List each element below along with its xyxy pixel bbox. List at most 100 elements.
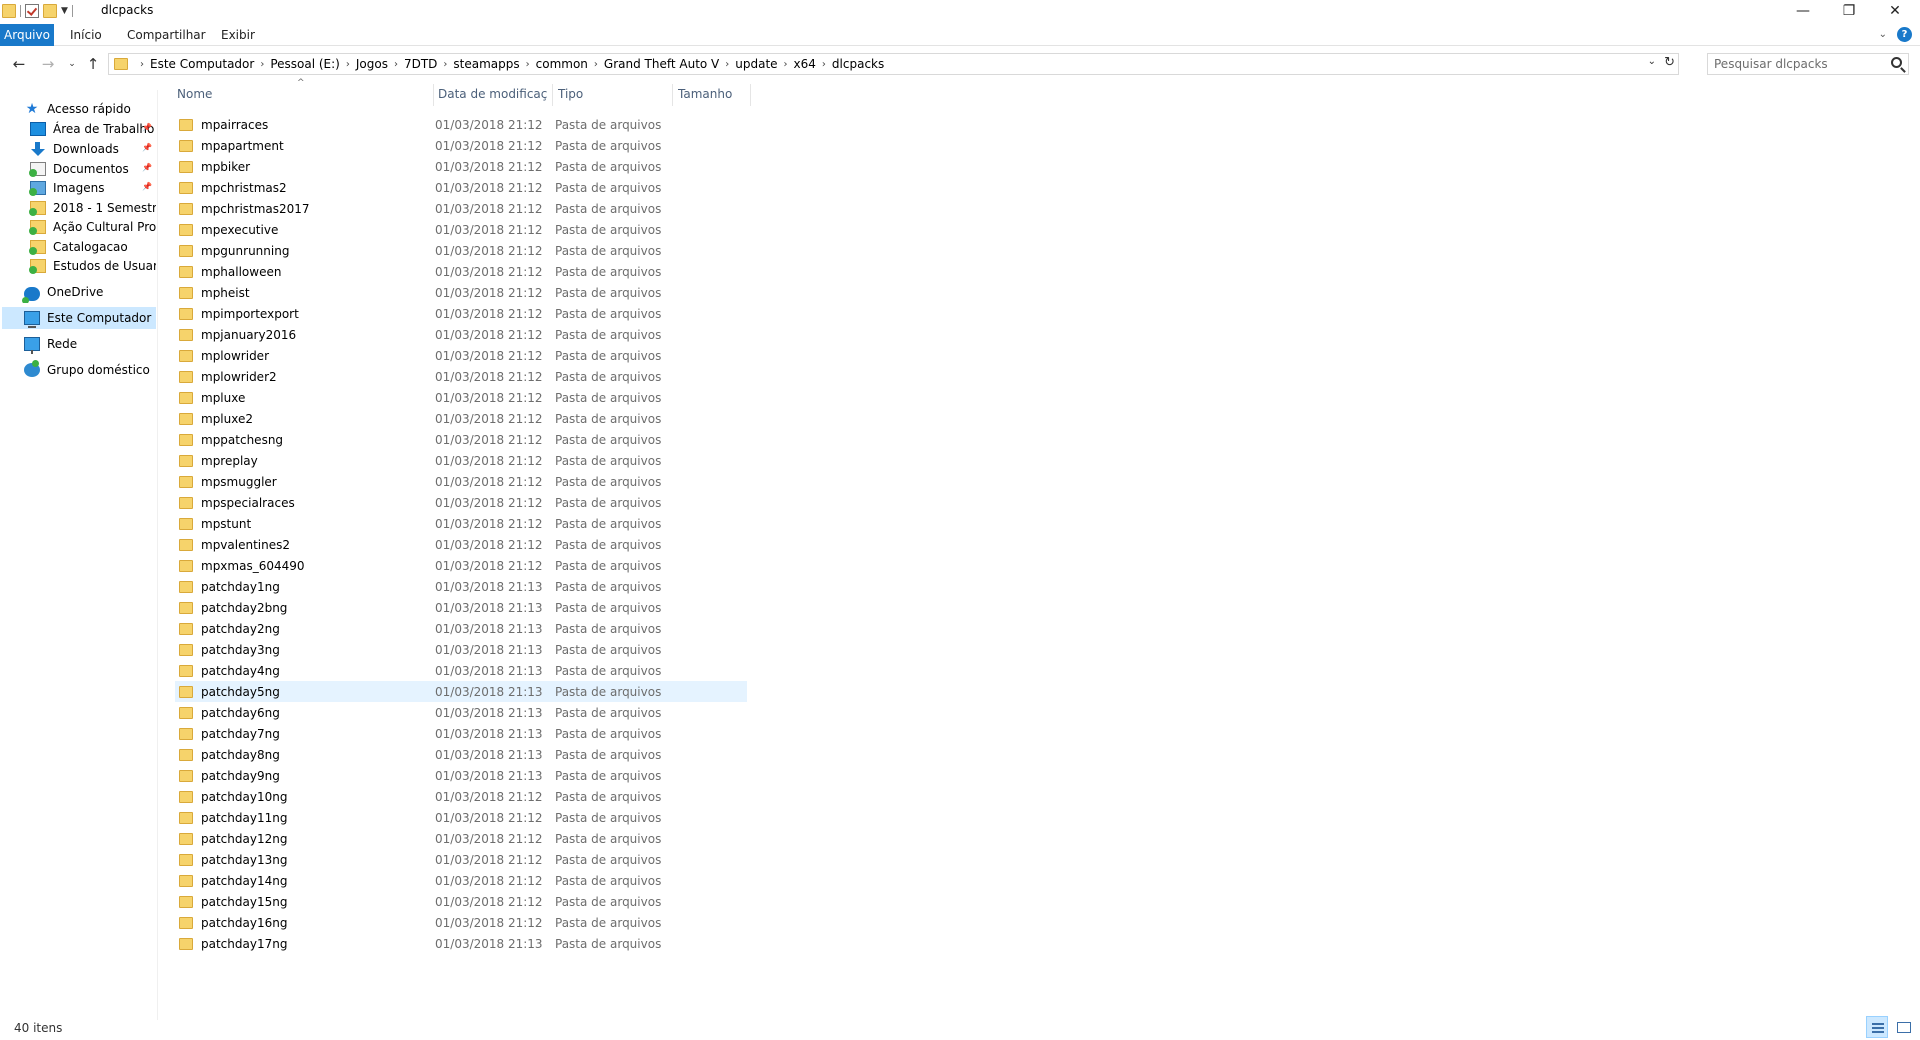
tab-inicio[interactable]: Início [62,24,110,46]
breadcrumb-item[interactable]: Este Computador [150,57,254,71]
chevron-right-icon[interactable]: › [784,59,788,70]
table-row[interactable]: mpapartment 01/03/2018 21:12 Pasta de arqu… [175,135,747,156]
search-icon[interactable] [1891,57,1902,68]
table-row[interactable]: patchday2bng 01/03/2018 21:13 Pasta de arq… [175,597,747,618]
up-button[interactable]: ↑ [83,54,103,74]
tab-arquivo[interactable]: Arquivo [0,24,54,46]
table-row[interactable]: patchday7ng 01/03/2018 21:13 Pasta de arqu… [175,723,747,744]
chevron-right-icon[interactable]: › [443,59,447,70]
expand-ribbon-icon[interactable]: ⌄ [1879,29,1887,40]
column-divider[interactable] [750,84,751,106]
details-view-button[interactable] [1866,1016,1888,1038]
table-row[interactable]: mpvalentines2 01/03/2018 21:12 Pasta de ar… [175,534,747,555]
sidebar-item-a-o-cultural-projeto[interactable]: Ação Cultural Projeto [0,216,156,238]
large-icons-view-button[interactable] [1892,1016,1914,1038]
table-row[interactable]: patchday6ng 01/03/2018 21:13 Pasta de arqu… [175,702,747,723]
breadcrumb-item[interactable]: update [735,57,777,71]
column-header-size[interactable]: Tamanho [678,85,748,103]
table-row[interactable]: patchday14ng 01/03/2018 21:12 Pasta de arq… [175,870,747,891]
table-row[interactable]: mpchristmas2 01/03/2018 21:12 Pasta de arq… [175,177,747,198]
tab-compartilhar[interactable]: Compartilhar [119,24,214,46]
sidebar-item-imagens[interactable]: Imagens 📌 [0,177,156,199]
column-header-name[interactable]: Nome [177,85,432,103]
breadcrumb-item[interactable]: 7DTD [404,57,437,71]
tab-exibir[interactable]: Exibir [213,24,263,46]
table-row[interactable]: mpreplay 01/03/2018 21:12 Pasta de arquivo… [175,450,747,471]
properties-icon[interactable] [25,4,39,18]
search-input[interactable] [1714,54,1884,74]
chevron-right-icon[interactable]: › [260,59,264,70]
customize-toolbar-icon[interactable]: ▼ [61,6,68,16]
table-row[interactable]: mpheist 01/03/2018 21:12 Pasta de arquivos [175,282,747,303]
new-folder-icon[interactable] [43,4,57,18]
table-row[interactable]: mpexecutive 01/03/2018 21:12 Pasta de arqu… [175,219,747,240]
chevron-right-icon[interactable]: › [725,59,729,70]
chevron-right-icon[interactable]: › [822,59,826,70]
sidebar-item-este-computador[interactable]: Este Computador [2,307,156,329]
column-divider[interactable] [433,84,434,106]
table-row[interactable]: mpjanuary2016 01/03/2018 21:12 Pasta de ar… [175,324,747,345]
back-button[interactable]: ← [9,54,29,74]
table-row[interactable]: patchday9ng 01/03/2018 21:13 Pasta de arqu… [175,765,747,786]
search-box[interactable] [1707,53,1909,75]
chevron-right-icon[interactable]: › [594,59,598,70]
sidebar-item-estudos-de-usuario[interactable]: Estudos de Usuario [0,255,156,277]
table-row[interactable]: mpgunrunning 01/03/2018 21:12 Pasta de arq… [175,240,747,261]
chevron-right-icon[interactable]: › [346,59,350,70]
pin-icon[interactable]: 📌 [142,182,152,191]
maximize-button[interactable]: ❐ [1826,0,1872,22]
table-row[interactable]: patchday17ng 01/03/2018 21:13 Pasta de arq… [175,933,747,954]
pin-icon[interactable]: 📌 [142,163,152,172]
column-divider[interactable] [672,84,673,106]
table-row[interactable]: patchday12ng 01/03/2018 21:12 Pasta de arq… [175,828,747,849]
address-bar[interactable]: › Este Computador › Pessoal (E:) › Jogos › 7DTD… [108,53,1679,75]
table-row[interactable]: patchday3ng 01/03/2018 21:13 Pasta de arqu… [175,639,747,660]
table-row[interactable]: patchday8ng 01/03/2018 21:13 Pasta de arqu… [175,744,747,765]
table-row[interactable]: mpbiker 01/03/2018 21:12 Pasta de arquivos [175,156,747,177]
table-row[interactable]: mplowrider2 01/03/2018 21:12 Pasta de arqu… [175,366,747,387]
refresh-icon[interactable]: ↻ [1664,55,1675,70]
column-header-type[interactable]: Tipo [558,85,668,103]
sidebar-item-onedrive[interactable]: OneDrive [0,281,156,303]
table-row[interactable]: patchday1ng 01/03/2018 21:13 Pasta de arqu… [175,576,747,597]
table-row[interactable]: patchday13ng 01/03/2018 21:12 Pasta de arq… [175,849,747,870]
breadcrumb-item[interactable]: Grand Theft Auto V [604,57,719,71]
breadcrumb-item[interactable]: common [536,57,588,71]
table-row[interactable]: patchday15ng 01/03/2018 21:12 Pasta de arq… [175,891,747,912]
sidebar-item-acesso-r-pido[interactable]: ★ Acesso rápido [0,98,156,120]
table-row[interactable]: patchday10ng 01/03/2018 21:12 Pasta de arq… [175,786,747,807]
table-row[interactable]: mpluxe 01/03/2018 21:12 Pasta de arquivos [175,387,747,408]
help-icon[interactable]: ? [1897,27,1912,42]
table-row[interactable]: mpairraces 01/03/2018 21:12 Pasta de arqui… [175,114,747,135]
close-button[interactable]: ✕ [1872,0,1918,22]
breadcrumb-item[interactable]: Jogos [356,57,388,71]
pin-icon[interactable]: 📌 [142,143,152,152]
table-row[interactable]: patchday2ng 01/03/2018 21:13 Pasta de arqu… [175,618,747,639]
forward-button[interactable]: → [38,54,58,74]
table-row[interactable]: mpxmas_604490 01/03/2018 21:12 Pasta de ar… [175,555,747,576]
recent-locations-icon[interactable]: ⌄ [62,54,82,74]
table-row[interactable]: patchday11ng 01/03/2018 21:12 Pasta de arq… [175,807,747,828]
table-row[interactable]: mpspecialraces 01/03/2018 21:12 Pasta de a… [175,492,747,513]
table-row[interactable]: mpluxe2 01/03/2018 21:12 Pasta de arquivos [175,408,747,429]
table-row[interactable]: patchday5ng 01/03/2018 21:13 Pasta de arqu… [175,681,747,702]
sidebar-item-grupo-dom-stico[interactable]: Grupo doméstico [0,359,156,381]
chevron-right-icon[interactable]: › [394,59,398,70]
minimize-button[interactable]: — [1780,0,1826,22]
table-row[interactable]: mppatchesng 01/03/2018 21:12 Pasta de arqu… [175,429,747,450]
sidebar-item--rea-de-trabalho[interactable]: Área de Trabalho 📌 [0,118,156,140]
breadcrumb-item[interactable]: Pessoal (E:) [270,57,340,71]
chevron-right-icon[interactable]: › [526,59,530,70]
pin-icon[interactable]: 📌 [142,123,152,132]
table-row[interactable]: mplowrider 01/03/2018 21:12 Pasta de arqui… [175,345,747,366]
sidebar-item-downloads[interactable]: Downloads 📌 [0,138,156,160]
table-row[interactable]: patchday16ng 01/03/2018 21:12 Pasta de arq… [175,912,747,933]
address-history-icon[interactable]: ⌄ [1648,56,1656,67]
table-row[interactable]: mpsmuggler 01/03/2018 21:12 Pasta de arqui… [175,471,747,492]
breadcrumb-item[interactable]: dlcpacks [832,57,884,71]
column-header-date[interactable]: Data de modificaç... [438,85,548,103]
chevron-right-icon[interactable]: › [140,59,144,70]
breadcrumb-item[interactable]: x64 [794,57,816,71]
table-row[interactable]: mpimportexport 01/03/2018 21:12 Pasta de a… [175,303,747,324]
table-row[interactable]: patchday4ng 01/03/2018 21:13 Pasta de arqu… [175,660,747,681]
